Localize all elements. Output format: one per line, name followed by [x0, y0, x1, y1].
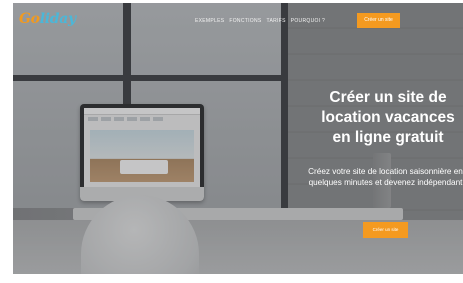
hero-create-site-button[interactable]: Créer un site	[363, 222, 408, 238]
nav-item-pourquoi[interactable]: POURQUOI ?	[291, 18, 325, 24]
hero-title: Créer un site de location vacances en li…	[321, 89, 455, 146]
header-create-site-button[interactable]: Créer un site	[357, 13, 400, 28]
logo-go: Go	[19, 11, 40, 27]
nav-item-tarifs[interactable]: TARIFS	[267, 18, 286, 24]
site-header: Goliday EXEMPLES FONCTIONS TARIFS POURQU…	[13, 3, 463, 39]
hero-section: Goliday EXEMPLES FONCTIONS TARIFS POURQU…	[13, 3, 463, 274]
nav-item-exemples[interactable]: EXEMPLES	[195, 18, 224, 24]
main-nav: EXEMPLES FONCTIONS TARIFS POURQUOI ?	[195, 18, 325, 24]
page: Goliday EXEMPLES FONCTIONS TARIFS POURQU…	[0, 0, 463, 283]
hero-subtitle: Créez votre site de location saisonnière…	[308, 167, 463, 187]
logo[interactable]: Goliday	[19, 11, 76, 27]
logo-rest: liday	[39, 11, 76, 27]
nav-item-fonctions[interactable]: FONCTIONS	[229, 18, 261, 24]
